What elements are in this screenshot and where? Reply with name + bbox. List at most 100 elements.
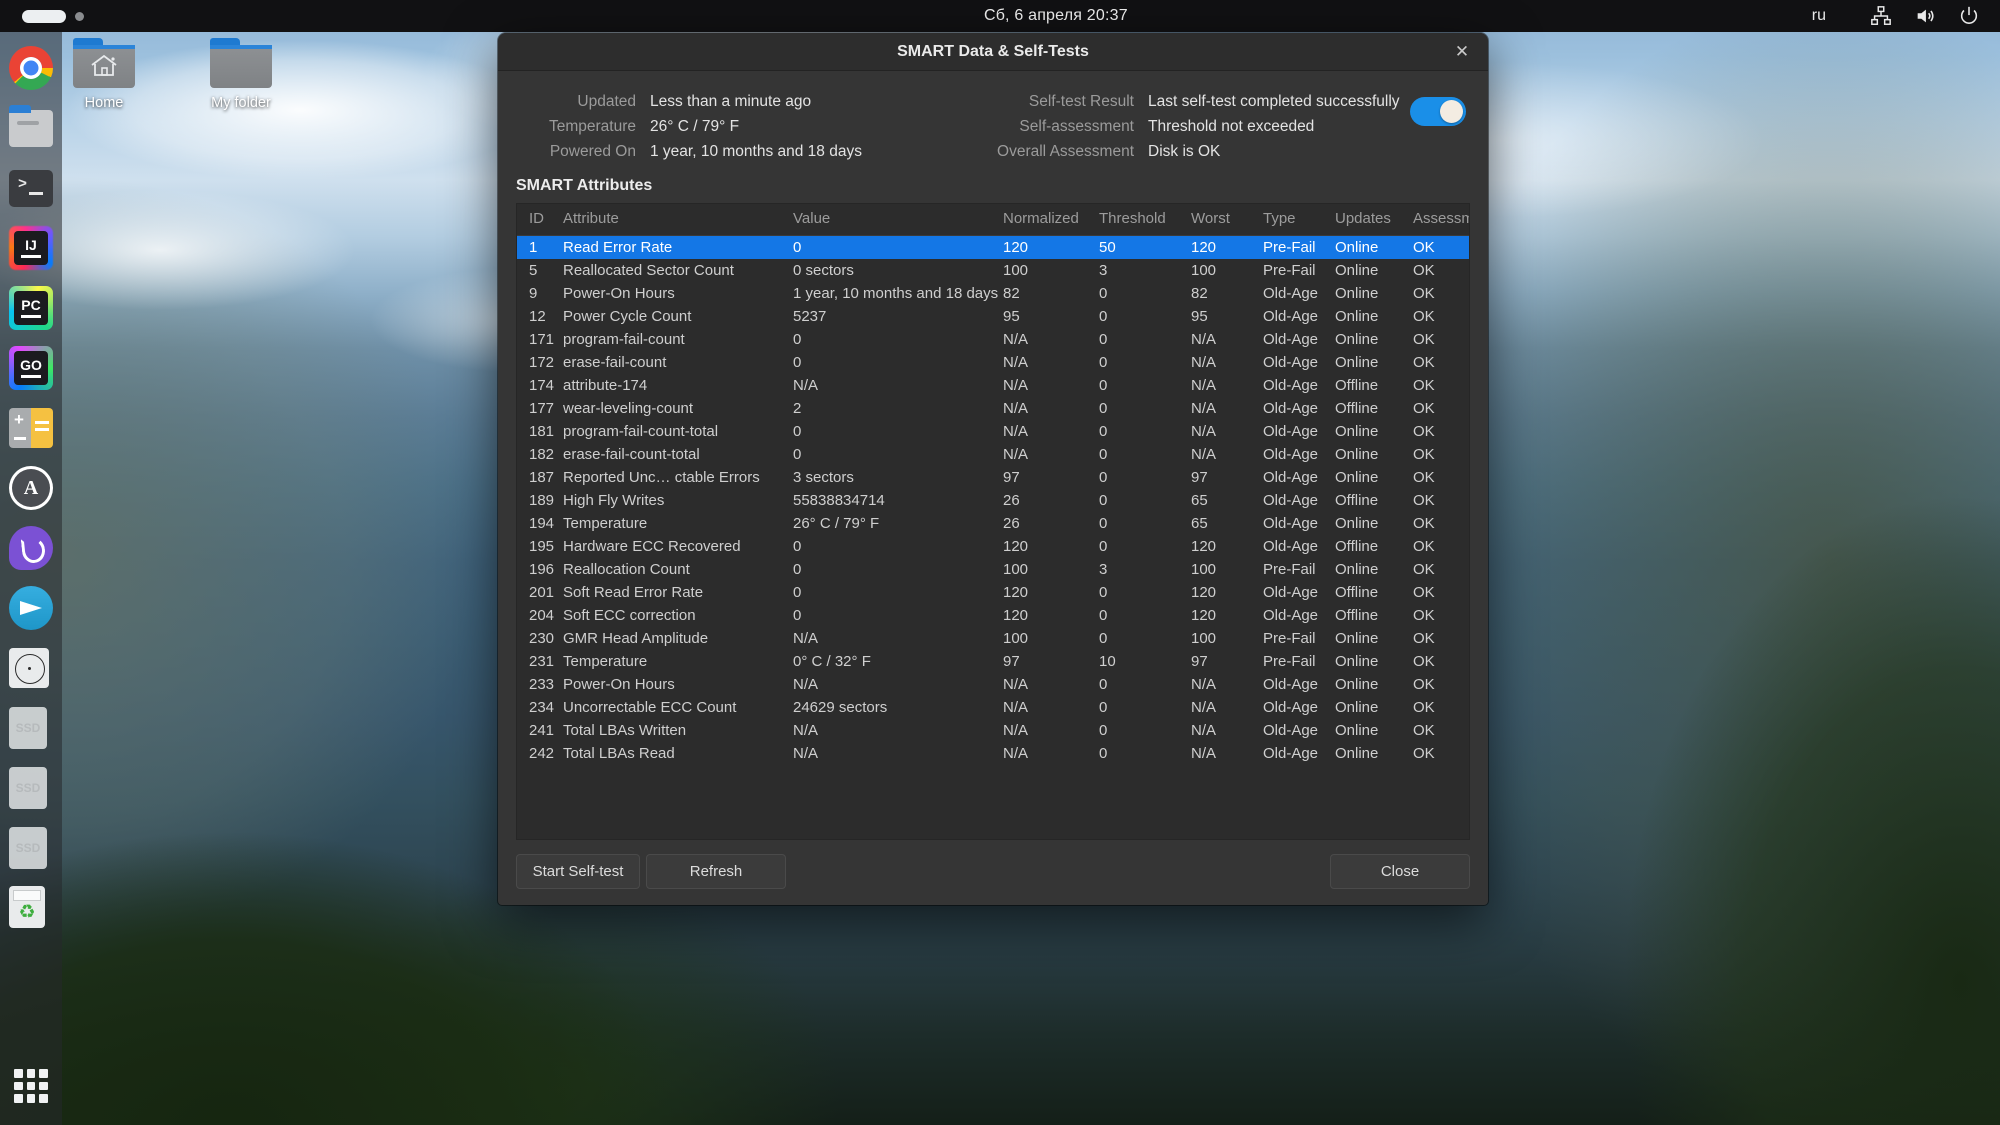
column-header-type[interactable]: Type	[1263, 204, 1335, 236]
table-row[interactable]: 194 Temperature 26° C / 79° F 26 0 65 Old-Age O…	[517, 512, 1469, 535]
table-row[interactable]: 204 Soft ECC correction 0 120 0 120 Old-Age Off…	[517, 604, 1469, 627]
volume-icon[interactable]	[1914, 5, 1936, 27]
table-row[interactable]: 195 Hardware ECC Recovered 0 120 0 120 Old-Age…	[517, 535, 1469, 558]
cell-attribute: Reported Unc… ctable Errors	[563, 469, 760, 486]
cell-assessment: OK	[1413, 653, 1435, 670]
column-header-attribute[interactable]: Attribute	[563, 204, 793, 236]
column-header-threshold[interactable]: Threshold	[1099, 204, 1191, 236]
dock-item-telegram[interactable]	[9, 586, 53, 630]
dock-item-app-store[interactable]	[9, 466, 53, 510]
dock-item-viber[interactable]	[9, 526, 53, 570]
cell-threshold: 0	[1099, 745, 1108, 762]
column-header-id[interactable]: ID	[517, 204, 563, 236]
table-row[interactable]: 187 Reported Unc… ctable Errors 3 sectors 9…	[517, 466, 1469, 489]
cell-value: N/A	[793, 630, 819, 647]
dock-item-goland[interactable]: GO	[9, 346, 53, 390]
window-indicator-dot[interactable]	[75, 11, 84, 21]
column-header-value[interactable]: Value	[793, 204, 1003, 236]
keyboard-layout-indicator[interactable]: ru	[1812, 7, 1826, 25]
cell-assessment: OK	[1413, 400, 1435, 417]
dock-item-terminal[interactable]	[9, 166, 53, 210]
network-icon[interactable]	[1870, 5, 1892, 27]
desktop-icon-home[interactable]: Home	[56, 38, 152, 111]
table-row[interactable]: 177 wear-leveling-count 2 N/A 0 N/A Old-Age Off…	[517, 397, 1469, 420]
cell-type: Old-Age	[1263, 423, 1319, 440]
calculator-icon	[9, 408, 53, 448]
cell-value: 0	[793, 538, 802, 555]
table-row[interactable]: 12 Power Cycle Count 5237 95 0 95 Old-Age Onlin…	[517, 305, 1469, 328]
cell-id: 177	[529, 400, 555, 417]
power-icon[interactable]	[1958, 5, 1980, 27]
cell-type: Old-Age	[1263, 722, 1319, 739]
desktop-icon-my-folder[interactable]: My folder	[193, 38, 289, 111]
close-button[interactable]: Close	[1330, 854, 1470, 889]
table-row[interactable]: 189 High Fly Writes 55838834714 26 0 65 Old-Ag…	[517, 489, 1469, 512]
table-row[interactable]: 242 Total LBAs Read N/A N/A 0 N/A Old-Age Onlin…	[517, 742, 1469, 765]
close-icon[interactable]: ✕	[1450, 40, 1474, 64]
cell-updates: Online	[1335, 630, 1379, 647]
dialog-titlebar[interactable]: SMART Data & Self-Tests ✕	[498, 33, 1488, 71]
column-header-worst[interactable]: Worst	[1191, 204, 1263, 236]
cell-assessment: OK	[1413, 308, 1435, 325]
table-row[interactable]: 172 erase-fail-count 0 N/A 0 N/A Old-Age Online…	[517, 351, 1469, 374]
column-header-normalized[interactable]: Normalized	[1003, 204, 1099, 236]
cell-id: 234	[529, 699, 555, 716]
telegram-icon	[9, 586, 53, 630]
dock-item-chrome[interactable]	[9, 46, 53, 90]
dock-item-ssd-3[interactable]	[9, 826, 53, 870]
cell-type: Pre-Fail	[1263, 239, 1316, 256]
cell-id: 172	[529, 354, 555, 371]
cell-assessment: OK	[1413, 722, 1435, 739]
table-row[interactable]: 196 Reallocation Count 0 100 3 100 Pre-Fail Onl…	[517, 558, 1469, 581]
table-row[interactable]: 241 Total LBAs Written N/A N/A 0 N/A Old-Age On…	[517, 719, 1469, 742]
dock-item-trash[interactable]	[9, 886, 53, 930]
column-header-assessment[interactable]: Assessment	[1413, 204, 1469, 236]
smart-attributes-table-container[interactable]: ID Attribute Value Normalized Threshold …	[516, 203, 1470, 840]
cell-value: 55838834714	[793, 492, 885, 509]
dock-item-disk[interactable]	[9, 646, 53, 690]
table-row[interactable]: 231 Temperature 0° C / 32° F 97 10 97 Pre-Fail…	[517, 650, 1469, 673]
table-row[interactable]: 1 Read Error Rate 0 120 50 120 Pre-Fail Online O…	[517, 235, 1469, 259]
cell-normalized: N/A	[1003, 446, 1029, 463]
table-row[interactable]: 174 attribute-174 N/A N/A 0 N/A Old-Age Offline…	[517, 374, 1469, 397]
table-row[interactable]: 234 Uncorrectable ECC Count 24629 sectors N…	[517, 696, 1469, 719]
grid-icon[interactable]	[14, 1069, 48, 1103]
table-row[interactable]: 171 program-fail-count 0 N/A 0 N/A Old-Age Onli…	[517, 328, 1469, 351]
cell-worst: N/A	[1191, 400, 1217, 417]
start-self-test-button[interactable]: Start Self-test	[516, 854, 640, 889]
table-row[interactable]: 181 program-fail-count-total 0 N/A 0 N/A Old-A…	[517, 420, 1469, 443]
cell-threshold: 0	[1099, 285, 1108, 302]
table-row[interactable]: 9 Power-On Hours 1 year, 10 months and 18 …	[517, 282, 1469, 305]
dock-item-pycharm[interactable]: PC	[9, 286, 53, 330]
dialog-footer: Start Self-test Refresh Close	[498, 840, 1488, 905]
cell-normalized: 82	[1003, 285, 1020, 302]
table-row[interactable]: 230 GMR Head Amplitude N/A 100 0 100 Pre-Fail O…	[517, 627, 1469, 650]
table-row[interactable]: 5 Reallocated Sector Count 0 sectors 100 3 10…	[517, 259, 1469, 282]
table-row[interactable]: 182 erase-fail-count-total 0 N/A 0 N/A Old-Age…	[517, 443, 1469, 466]
cell-type: Old-Age	[1263, 607, 1319, 624]
cell-value: 0	[793, 584, 802, 601]
table-row[interactable]: 201 Soft Read Error Rate 0 120 0 120 Old-Age Of…	[517, 581, 1469, 604]
clock[interactable]: Сб, 6 апреля 20:37	[984, 7, 1128, 25]
column-header-updates[interactable]: Updates	[1335, 204, 1413, 236]
cell-id: 231	[529, 653, 555, 670]
refresh-button[interactable]: Refresh	[646, 854, 786, 889]
cell-assessment: OK	[1413, 607, 1435, 624]
dock-item-intellij-idea[interactable]: IJ	[9, 226, 53, 270]
cell-threshold: 0	[1099, 538, 1108, 555]
dock-item-ssd-1[interactable]	[9, 706, 53, 750]
window-indicator-pill[interactable]	[22, 9, 66, 23]
cell-id: 171	[529, 331, 555, 348]
smart-enabled-toggle[interactable]	[1410, 97, 1466, 126]
cell-threshold: 0	[1099, 446, 1108, 463]
panel-left-indicators[interactable]	[0, 9, 300, 23]
cell-worst: 100	[1191, 262, 1217, 279]
dock-item-calculator[interactable]	[9, 406, 53, 450]
cell-worst: 120	[1191, 584, 1217, 601]
dock-item-ssd-2[interactable]	[9, 766, 53, 810]
summary-value-updated: Less than a minute ago	[650, 93, 812, 110]
cell-updates: Offline	[1335, 584, 1379, 601]
table-row[interactable]: 233 Power-On Hours N/A N/A 0 N/A Old-Age Online…	[517, 673, 1469, 696]
dock-item-files[interactable]	[9, 105, 53, 150]
cell-value: 0	[793, 239, 802, 256]
